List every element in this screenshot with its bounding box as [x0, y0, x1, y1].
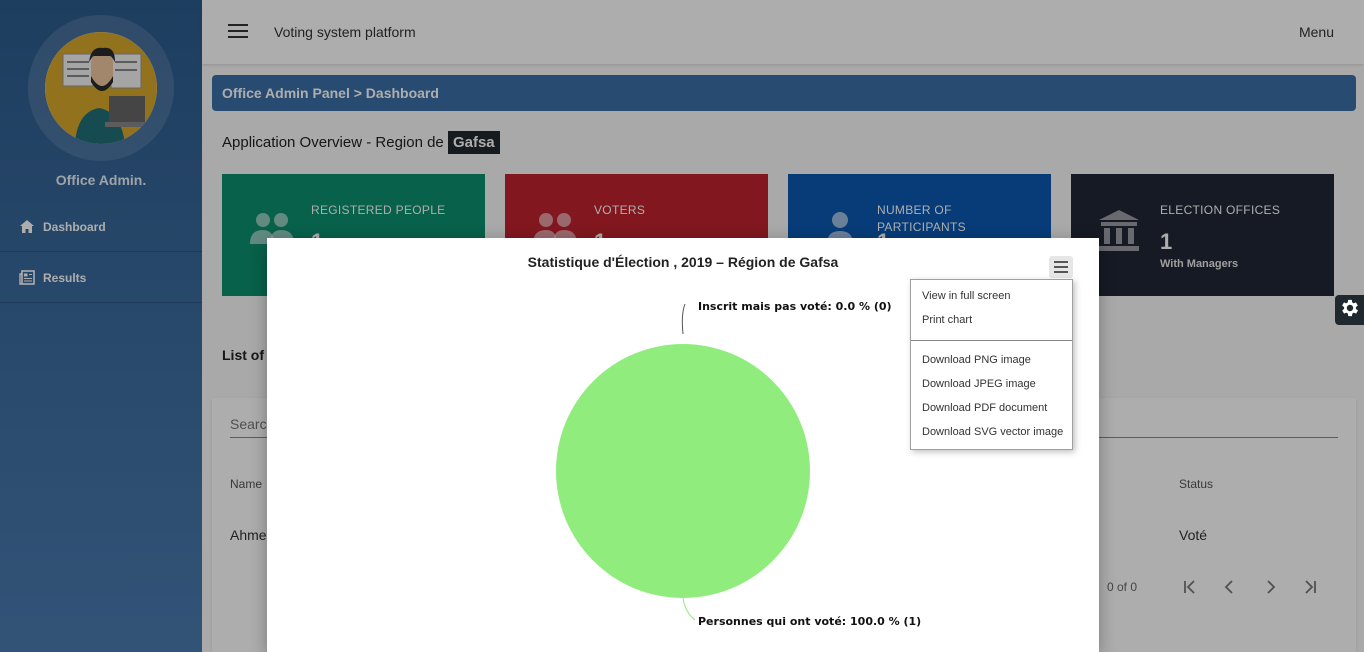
menu-divider: [911, 340, 1072, 341]
gear-icon: [1339, 297, 1361, 324]
menu-item-download-jpeg[interactable]: Download JPEG image: [922, 378, 1036, 390]
chart-export-menu: View in full screen Print chart Download…: [910, 279, 1073, 450]
menu-item-download-pdf[interactable]: Download PDF document: [922, 402, 1047, 414]
data-label-connector: [682, 597, 696, 621]
pie-slice[interactable]: [556, 344, 810, 598]
menu-item-download-svg[interactable]: Download SVG vector image: [922, 426, 1063, 438]
menu-item-print-chart[interactable]: Print chart: [922, 314, 972, 326]
data-label: Personnes qui ont voté: 100.0 % (1): [698, 615, 921, 628]
data-label: Inscrit mais pas voté: 0.0 % (0): [698, 300, 892, 313]
settings-tab[interactable]: [1335, 295, 1364, 325]
data-label-connector: [681, 303, 686, 335]
menu-item-full-screen[interactable]: View in full screen: [922, 290, 1010, 302]
menu-item-download-png[interactable]: Download PNG image: [922, 354, 1031, 366]
